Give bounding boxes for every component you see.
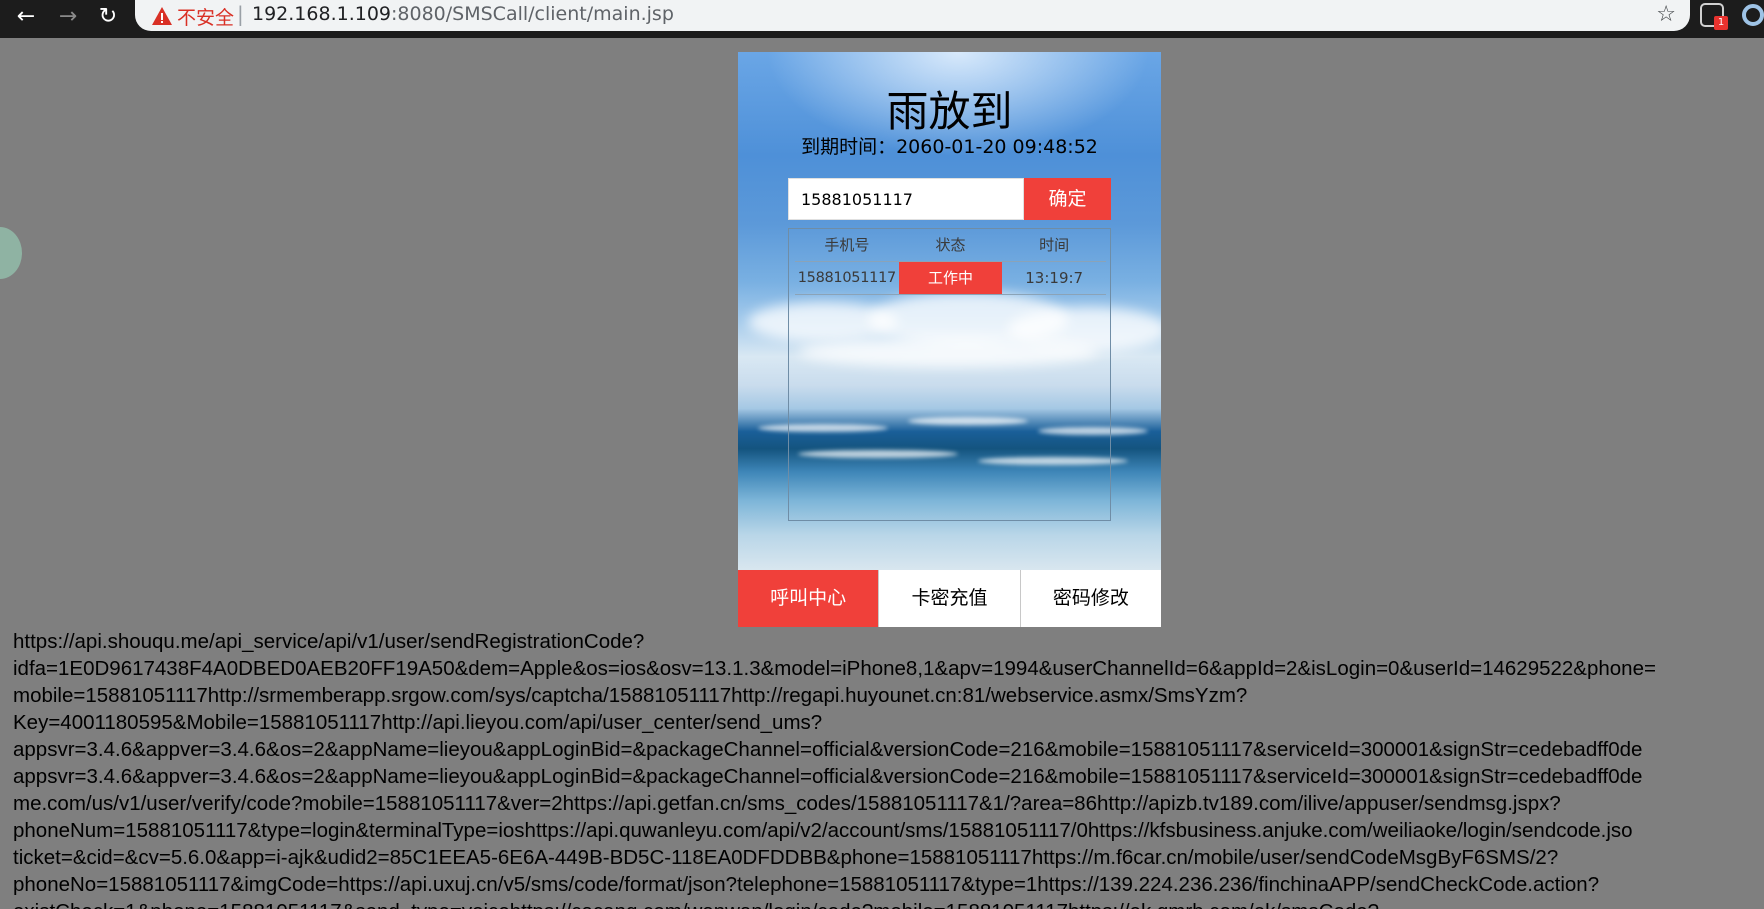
- log-line: Key=4001180595&Mobile=15881051117http://…: [13, 711, 823, 734]
- log-line: appsvr=3.4.6&appver=3.4.6&os=2&appName=l…: [13, 738, 1643, 761]
- security-label[interactable]: 不安全: [177, 3, 234, 30]
- app-panel: 雨放到 到期时间：2060-01-20 09:48:52 确定 手机号 状态 时…: [738, 52, 1161, 627]
- header-status: 状态: [935, 236, 966, 254]
- address-bar[interactable]: 不安全 | 192.168.1.109:8080/SMSCall/client/…: [135, 0, 1690, 31]
- bookmark-star-icon[interactable]: ☆: [1656, 2, 1676, 27]
- log-line: phoneNum=15881051117&type=login&terminal…: [13, 819, 1633, 842]
- log-line: appsvr=3.4.6&appver=3.4.6&os=2&appName=l…: [13, 765, 1643, 788]
- request-log: https://api.shouqu.me/api_service/api/v1…: [13, 628, 1764, 909]
- browser-toolbar: ← → ↻ 不安全 | 192.168.1.109:8080/SMSCall/c…: [0, 0, 1764, 38]
- url-text[interactable]: 192.168.1.109:8080/SMSCall/client/main.j…: [252, 3, 674, 25]
- omnibox-divider: |: [237, 2, 244, 26]
- confirm-button[interactable]: 确定: [1024, 178, 1111, 220]
- nav-change-password[interactable]: 密码修改: [1019, 570, 1161, 627]
- bottom-nav: 呼叫中心 卡密充值 密码修改: [738, 570, 1161, 627]
- row-phone: 15881051117: [797, 270, 896, 286]
- extension-badge: 1: [1714, 16, 1728, 30]
- table-row: 15881051117 工作中 13:19:7: [795, 262, 1106, 295]
- forward-arrow-icon[interactable]: →: [52, 3, 84, 31]
- table-header: 手机号 状态 时间: [795, 229, 1106, 262]
- header-phone: 手机号: [824, 236, 870, 254]
- log-line: mobile=15881051117http://srmemberapp.srg…: [13, 684, 1248, 707]
- app-title: 雨放到: [886, 87, 1013, 136]
- warning-icon[interactable]: [151, 5, 173, 27]
- nav-call-center[interactable]: 呼叫中心: [738, 570, 879, 627]
- row-time: 13:19:7: [1025, 269, 1084, 287]
- phone-number-input[interactable]: [788, 178, 1024, 220]
- url-host: 192.168.1.109: [252, 3, 392, 25]
- log-line: existCheck=1&phone=15881051117&send_type…: [13, 898, 1764, 909]
- floating-side-button[interactable]: [0, 227, 22, 279]
- header-time: 时间: [1039, 236, 1070, 254]
- status-badge: 工作中: [898, 262, 1003, 294]
- nav-card-recharge[interactable]: 卡密充值: [878, 570, 1020, 627]
- log-line: phoneNo=15881051117&imgCode=https://api.…: [13, 873, 1600, 896]
- log-line: https://api.shouqu.me/api_service/api/v1…: [13, 630, 645, 653]
- log-line: idfa=1E0D9617438F4A0DBED0AEB20FF19A50&de…: [13, 657, 1656, 680]
- url-path: :8080/SMSCall/client/main.jsp: [391, 3, 674, 25]
- reload-icon[interactable]: ↻: [92, 3, 124, 31]
- extension-circle-icon[interactable]: [1742, 4, 1764, 26]
- log-line: ticket=&cid=&cv=5.6.0&app=i-ajk&udid2=85…: [13, 846, 1559, 869]
- call-record-table: 手机号 状态 时间 15881051117 工作中 13:19:7: [788, 228, 1111, 521]
- expiry-time: 到期时间：2060-01-20 09:48:52: [801, 136, 1098, 158]
- back-arrow-icon[interactable]: ←: [10, 3, 42, 31]
- log-line: me.com/us/v1/user/verify/code?mobile=158…: [13, 792, 1561, 815]
